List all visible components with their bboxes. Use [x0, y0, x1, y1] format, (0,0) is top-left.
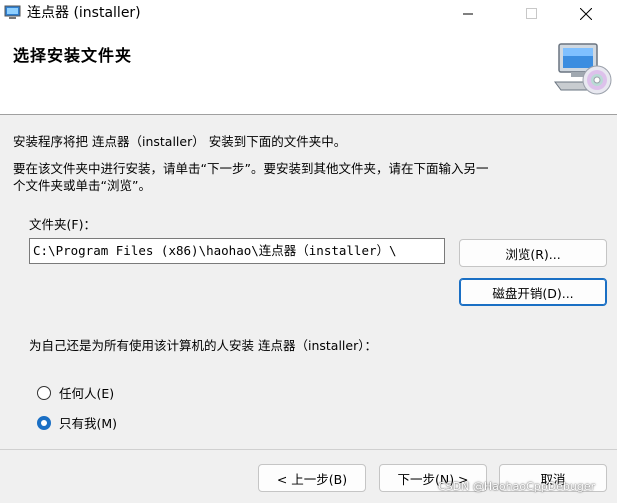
instructions-line-2: 个文件夹或单击“浏览”。 — [13, 178, 151, 193]
radio-just-me[interactable]: 只有我(M) — [37, 413, 117, 432]
radio-everyone[interactable]: 任何人(E) — [37, 383, 114, 402]
computer-icon — [4, 5, 21, 19]
computer-disc-icon — [554, 43, 612, 95]
instructions-line-1: 要在该文件夹中进行安装，请单击“下一步”。要安装到其他文件夹，请在下面输入另一 — [13, 161, 489, 176]
header-banner: 选择安装文件夹 — [0, 27, 617, 115]
folder-label: 文件夹(F)： — [29, 217, 96, 232]
radio-everyone-indicator[interactable] — [37, 385, 51, 400]
minimize-button[interactable] — [445, 0, 491, 27]
window-title: 连点器 (installer) — [27, 5, 141, 21]
instructions-text: 要在该文件夹中进行安装，请单击“下一步”。要安装到其他文件夹，请在下面输入另一 … — [13, 160, 488, 194]
browse-button[interactable]: 浏览(R)... — [459, 239, 607, 267]
watermark: CSDN @HaohaoCppDebuger — [438, 480, 596, 493]
close-button[interactable] — [563, 0, 609, 27]
install-scope-label: 为自己还是为所有使用该计算机的人安装 连点器（installer）： — [29, 338, 377, 353]
disk-cost-button[interactable]: 磁盘开销(D)... — [459, 278, 607, 306]
minimize-icon — [463, 13, 473, 14]
close-icon — [580, 7, 592, 20]
maximize-icon — [525, 8, 537, 19]
intro-text: 安装程序将把 连点器（installer） 安装到下面的文件夹中。 — [13, 134, 347, 149]
title-bar: 连点器 (installer) — [0, 0, 617, 27]
folder-path-input[interactable]: C:\Program Files (x86)\haohao\连点器（instal… — [29, 238, 445, 264]
maximize-button[interactable] — [508, 0, 554, 27]
radio-everyone-label: 任何人(E) — [59, 386, 115, 401]
page-title: 选择安装文件夹 — [13, 46, 133, 65]
radio-just-me-indicator[interactable] — [37, 415, 51, 430]
radio-just-me-label: 只有我(M) — [59, 416, 118, 431]
footer-divider — [0, 449, 617, 450]
back-button[interactable]: < 上一步(B) — [258, 464, 366, 492]
